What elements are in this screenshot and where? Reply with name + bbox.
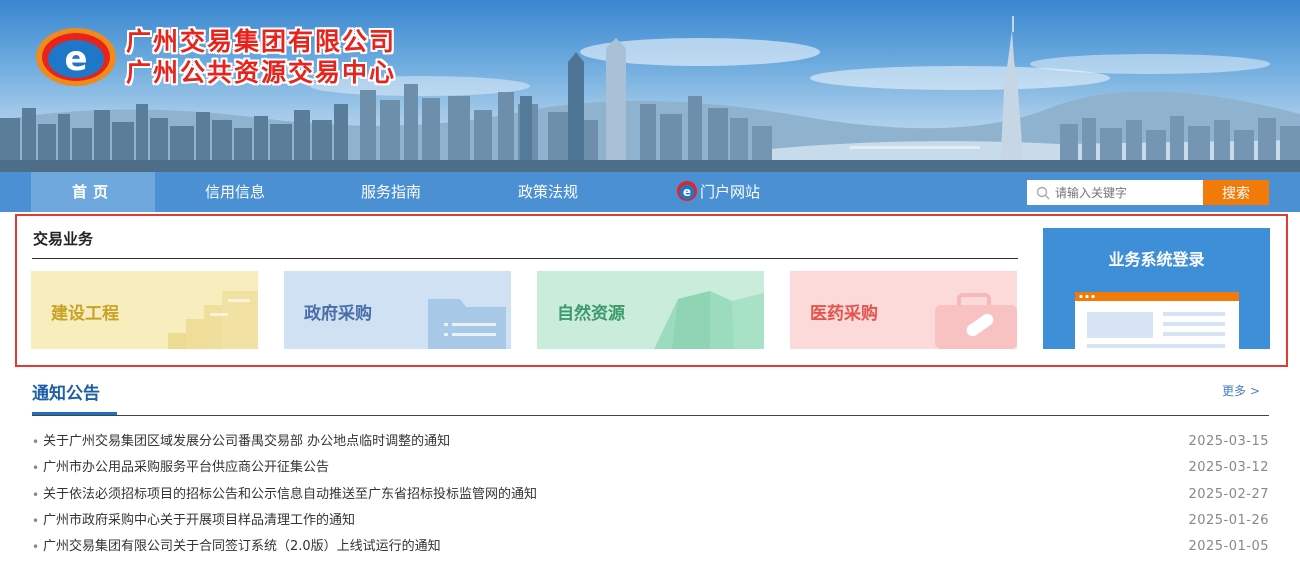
portal-e-icon: e bbox=[676, 181, 697, 201]
notice-text[interactable]: 关于广州交易集团区域发展分公司番禺交易部 办公地点临时调整的通知 bbox=[43, 431, 450, 453]
e-logo-icon: e bbox=[36, 28, 116, 86]
notice-item[interactable]: • 广州市政府采购中心关于开展项目样品清理工作的通知 2025-01-26 bbox=[32, 510, 1269, 532]
notice-date: 2025-03-15 bbox=[1188, 434, 1269, 449]
nav-portal-label: 门户网站 bbox=[699, 183, 760, 201]
nav-policy[interactable]: 政策法规 bbox=[488, 172, 608, 212]
notice-item[interactable]: • 关于依法必须招标项目的招标公告和公示信息自动推送至广东省招标投标监管网的通知… bbox=[32, 484, 1269, 506]
browser-window-icon bbox=[1075, 292, 1239, 349]
bullet: • bbox=[32, 488, 40, 502]
stairs-icon bbox=[168, 291, 258, 349]
search-box bbox=[1027, 180, 1203, 205]
search-input[interactable] bbox=[1055, 185, 1195, 200]
bullet: • bbox=[32, 461, 40, 475]
nav-service-guide[interactable]: 服务指南 bbox=[331, 172, 451, 212]
nav-credit-info[interactable]: 信用信息 bbox=[175, 172, 295, 212]
svg-text:e: e bbox=[683, 185, 691, 199]
notice-date: 2025-03-12 bbox=[1188, 460, 1269, 475]
card-natural-resources[interactable]: 自然资源 bbox=[537, 271, 764, 349]
bullet: • bbox=[32, 514, 40, 528]
medical-kit-icon bbox=[935, 293, 1017, 349]
svg-text:e: e bbox=[64, 39, 87, 79]
notice-item[interactable]: • 关于广州交易集团区域发展分公司番禺交易部 办公地点临时调整的通知 2025-… bbox=[32, 431, 1269, 453]
search-button[interactable]: 搜索 bbox=[1203, 180, 1269, 205]
notice-date: 2025-02-27 bbox=[1188, 487, 1269, 502]
nav-portal[interactable]: e 门户网站 bbox=[652, 172, 784, 212]
bullet: • bbox=[32, 435, 40, 449]
business-divider bbox=[32, 258, 1018, 259]
bullet: • bbox=[32, 540, 40, 554]
card-construction-label: 建设工程 bbox=[51, 304, 119, 324]
notice-date: 2025-01-26 bbox=[1188, 513, 1269, 528]
notice-date: 2025-01-05 bbox=[1188, 539, 1269, 554]
card-gov-procurement[interactable]: 政府采购 bbox=[284, 271, 511, 349]
notice-divider bbox=[32, 415, 1269, 416]
more-link[interactable]: 更多 > bbox=[1222, 382, 1260, 399]
notice-text[interactable]: 关于依法必须招标项目的招标公告和公示信息自动推送至广东省招标投标监管网的通知 bbox=[43, 484, 537, 506]
notice-item[interactable]: • 广州交易集团有限公司关于合同签订系统（2.0版）上线试运行的通知 2025-… bbox=[32, 536, 1269, 558]
card-medicine-procurement-label: 医药采购 bbox=[810, 304, 878, 324]
notice-text[interactable]: 广州市政府采购中心关于开展项目样品清理工作的通知 bbox=[43, 510, 355, 532]
notice-item[interactable]: • 广州市办公用品采购服务平台供应商公开征集公告 2025-03-12 bbox=[32, 457, 1269, 479]
brand-line2: 广州公共资源交易中心 bbox=[126, 58, 397, 87]
card-medicine-procurement[interactable]: 医药采购 bbox=[790, 271, 1017, 349]
business-section: 交易业务 建设工程 政府采购 自然资源 医药采购 业务系统登录 bbox=[15, 214, 1288, 367]
nav-home[interactable]: 首页 bbox=[31, 172, 155, 212]
business-title: 交易业务 bbox=[33, 230, 94, 248]
card-construction[interactable]: 建设工程 bbox=[31, 271, 258, 349]
brand-line1: 广州交易集团有限公司 bbox=[126, 27, 397, 56]
notice-section-title: 通知公告 bbox=[32, 384, 100, 404]
brand-title: 广州交易集团有限公司 广州公共资源交易中心 bbox=[126, 26, 396, 88]
card-natural-resources-label: 自然资源 bbox=[557, 304, 625, 324]
card-gov-procurement-label: 政府采购 bbox=[304, 304, 372, 324]
folder-icon bbox=[428, 299, 506, 349]
header-banner: e 广州交易集团有限公司 广州公共资源交易中心 bbox=[0, 0, 1300, 172]
map-icon bbox=[654, 291, 764, 349]
notice-text[interactable]: 广州交易集团有限公司关于合同签订系统（2.0版）上线试运行的通知 bbox=[43, 536, 441, 558]
search-icon bbox=[1036, 186, 1050, 199]
business-system-login[interactable]: 业务系统登录 bbox=[1043, 228, 1270, 349]
notice-text[interactable]: 广州市办公用品采购服务平台供应商公开征集公告 bbox=[43, 457, 329, 479]
